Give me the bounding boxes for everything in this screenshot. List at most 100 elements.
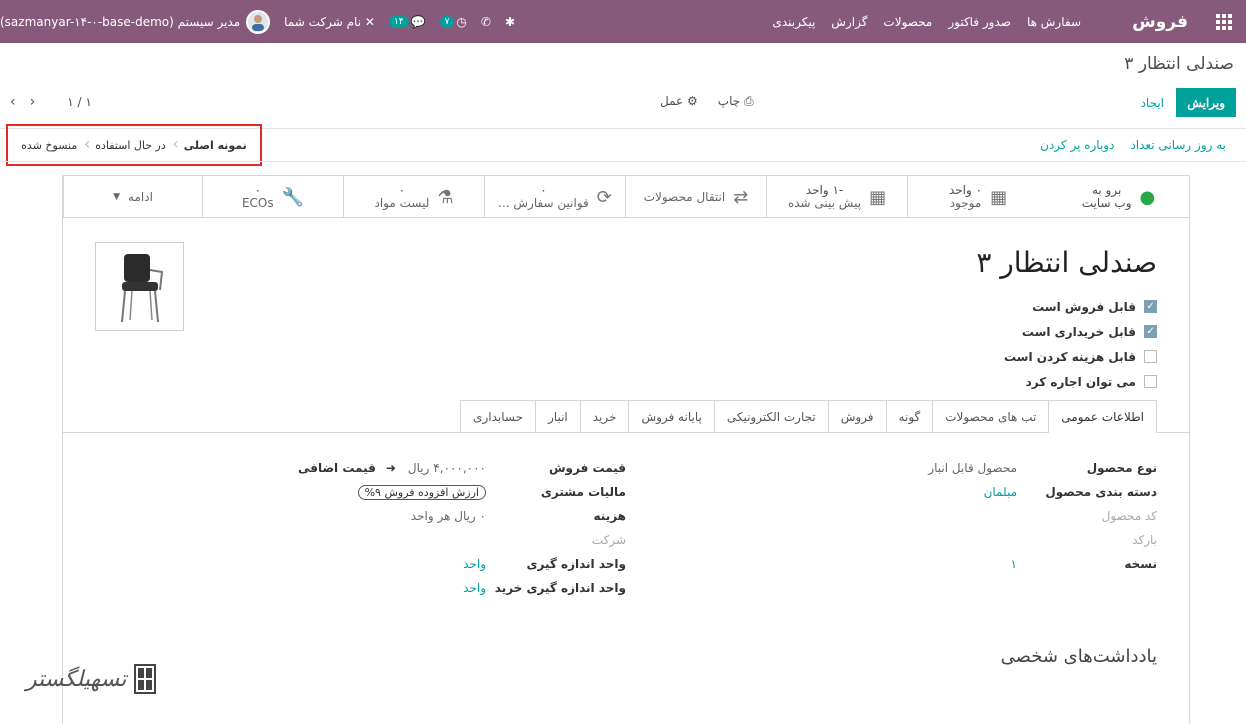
- stage-statusbar: نمونه اصلی در حال استفاده منسوخ شده: [6, 124, 262, 166]
- product-image[interactable]: [95, 242, 184, 331]
- smart-buttons: ● برو به وب سایت ▦ ۰ واحد موجود ▦ -۱ واحد پ…: [63, 176, 1189, 218]
- menu-reporting[interactable]: گزارش: [831, 15, 867, 29]
- menu-products[interactable]: محصولات: [883, 15, 932, 29]
- cubes-icon: ▦: [869, 186, 887, 208]
- general-info-right: نوع محصول محصول قابل انبار دسته بندی محصو…: [928, 461, 1157, 571]
- pager-value[interactable]: ۱ / ۱: [67, 95, 92, 109]
- checkbox[interactable]: [1144, 375, 1157, 388]
- stage-in-use[interactable]: در حال استفاده: [86, 134, 178, 153]
- gear-icon: ⚙: [687, 94, 698, 108]
- tools-icon: ✕: [364, 14, 375, 29]
- watermark: تسهیلگستر: [26, 656, 166, 702]
- ecos-smart-button[interactable]: 🔧 ۰ ECOs: [202, 176, 343, 218]
- general-info-left: قیمت فروش ۴,۰۰۰,۰۰۰ ریال ➜ قیمت اضافی ما…: [297, 461, 626, 595]
- apps-menu-icon[interactable]: [1212, 0, 1236, 43]
- top-navbar: فروش سفارش ها صدور فاکتور محصولات گزارش …: [0, 0, 1246, 43]
- menu-configuration[interactable]: پیکربندی: [772, 15, 815, 29]
- refresh-icon: ⟳: [596, 186, 612, 208]
- can-be-expensed-option[interactable]: قابل هزینه کردن است: [1004, 344, 1157, 369]
- watermark-text: تسهیلگستر: [26, 666, 127, 692]
- action-menus: ⎙ چاپ ⚙ عمل: [660, 94, 754, 109]
- tax-tag[interactable]: ارزش افزوده فروش ۹%: [357, 484, 486, 500]
- stage-obsolete[interactable]: منسوخ شده: [12, 134, 90, 153]
- product-name: صندلی انتظار ۳: [976, 246, 1157, 279]
- pager-next-icon[interactable]: ›: [30, 94, 36, 110]
- extra-price-link[interactable]: قیمت اضافی: [298, 461, 376, 475]
- wrench-icon: 🔧: [281, 186, 305, 208]
- internal-notes-title: یادداشت‌های شخصی: [1000, 646, 1157, 667]
- cubes-icon: ▦: [990, 186, 1008, 208]
- version-field[interactable]: ۱: [1011, 557, 1017, 571]
- action-menu[interactable]: ⚙ عمل: [660, 94, 698, 109]
- tab-general[interactable]: اطلاعات عمومی: [1049, 400, 1157, 433]
- chat-icon: 💬: [410, 14, 426, 29]
- page-title: صندلی انتظار ۳: [1124, 54, 1234, 74]
- watermark-logo-icon: [134, 664, 157, 694]
- cost-field[interactable]: ۰ ریال هر واحد: [411, 509, 486, 523]
- systray: (sazmanyar-۱۴-۰-base-demo) مدیر سیستم نا…: [0, 0, 529, 43]
- can-be-sold-option[interactable]: ✓ قابل فروش است: [1004, 294, 1157, 319]
- sale-price-field[interactable]: ۴,۰۰۰,۰۰۰ ریال: [408, 461, 486, 475]
- category-field[interactable]: مبلمان: [984, 485, 1017, 499]
- messages-menu[interactable]: ۱۴ 💬: [388, 14, 426, 29]
- website-smart-button[interactable]: ● برو به وب سایت: [1048, 176, 1189, 218]
- create-button[interactable]: ایجاد: [1141, 88, 1164, 117]
- uom-field[interactable]: واحد: [463, 557, 486, 571]
- arrow-right-icon: ➜: [385, 461, 396, 475]
- flask-icon: ⚗: [437, 186, 454, 208]
- forecast-smart-button[interactable]: ▦ -۱ واحد پیش بینی شده: [766, 176, 907, 218]
- company-switcher[interactable]: نام شرکت شما ✕: [284, 15, 375, 29]
- tab-pos[interactable]: پایانه فروش: [629, 400, 715, 433]
- purchase-uom-field[interactable]: واحد: [463, 581, 486, 595]
- header-actions: به روز رسانی تعداد دوباره پر کردن: [1040, 138, 1226, 152]
- more-smart-button[interactable]: ادامه ▼: [63, 176, 202, 218]
- clock-icon: ◷: [456, 14, 467, 29]
- onhand-smart-button[interactable]: ▦ ۰ واحد موجود: [907, 176, 1048, 218]
- stage-prototype[interactable]: نمونه اصلی: [175, 139, 256, 152]
- product-options: ✓ قابل فروش است ✓ قابل خریداری است قابل …: [1004, 294, 1157, 394]
- tab-inventory[interactable]: انبار: [536, 400, 581, 433]
- main-menu: سفارش ها صدور فاکتور محصولات گزارش پیکرب…: [756, 0, 1081, 43]
- product-type-field[interactable]: محصول قابل انبار: [928, 461, 1017, 475]
- print-menu[interactable]: ⎙ چاپ: [718, 94, 754, 109]
- edit-button[interactable]: ویرایش: [1176, 88, 1236, 117]
- menu-orders[interactable]: سفارش ها: [1027, 15, 1081, 29]
- tab-sales[interactable]: فروش: [828, 400, 887, 433]
- replenish-button[interactable]: دوباره پر کردن: [1040, 138, 1114, 152]
- exchange-icon: ⇄: [733, 186, 749, 208]
- phone-icon[interactable]: ✆: [481, 15, 491, 29]
- checkbox[interactable]: ✓: [1144, 325, 1157, 338]
- checkbox[interactable]: [1144, 350, 1157, 363]
- tab-variants[interactable]: گونه: [886, 400, 934, 433]
- caret-down-icon: ▼: [113, 192, 121, 202]
- print-icon: ⎙: [743, 94, 754, 108]
- product-moves-smart-button[interactable]: ⇄ انتقال محصولات: [625, 176, 766, 218]
- update-qty-button[interactable]: به روز رسانی تعداد: [1130, 138, 1226, 152]
- bug-icon[interactable]: ✱: [505, 15, 515, 29]
- user-name: مدیر سیستم: [177, 14, 241, 29]
- bom-smart-button[interactable]: ⚗ ۰ لیست مواد: [343, 176, 484, 218]
- avatar: [246, 9, 271, 34]
- form-sheet: ● برو به وب سایت ▦ ۰ واحد موجود ▦ -۱ واحد پ…: [62, 175, 1190, 724]
- messages-badge: ۱۴: [388, 15, 409, 28]
- app-brand[interactable]: فروش: [1132, 0, 1188, 43]
- divider: [0, 161, 1246, 162]
- can-be-rented-option[interactable]: می توان اجاره کرد: [1004, 369, 1157, 394]
- db-name: (sazmanyar-۱۴-۰-base-demo): [0, 14, 174, 29]
- checkbox[interactable]: ✓: [1144, 300, 1157, 313]
- tab-purchase[interactable]: خرید: [580, 400, 630, 433]
- tab-accounting[interactable]: حسابداری: [460, 400, 536, 433]
- menu-invoicing[interactable]: صدور فاکتور: [948, 15, 1011, 29]
- pager: ‹ › ۱ / ۱: [10, 94, 92, 110]
- can-be-purchased-option[interactable]: ✓ قابل خریداری است: [1004, 319, 1157, 344]
- globe-icon: ●: [1139, 186, 1156, 208]
- tab-product-tabs[interactable]: تب های محصولات: [933, 400, 1050, 433]
- activities-menu[interactable]: ۷ ◷: [439, 14, 467, 29]
- reorder-rules-smart-button[interactable]: ⟳ ۰ قوانین سفارش ...: [484, 176, 625, 218]
- notebook-tabs: اطلاعات عمومی تب های محصولات گونه فروش ت…: [460, 400, 1157, 433]
- company-name: نام شرکت شما: [284, 14, 362, 29]
- pager-prev-icon[interactable]: ‹: [10, 94, 16, 110]
- tab-ecommerce[interactable]: تجارت الکترونیکی: [714, 400, 829, 433]
- user-menu[interactable]: (sazmanyar-۱۴-۰-base-demo) مدیر سیستم: [0, 9, 271, 34]
- activities-badge: ۷: [439, 15, 455, 28]
